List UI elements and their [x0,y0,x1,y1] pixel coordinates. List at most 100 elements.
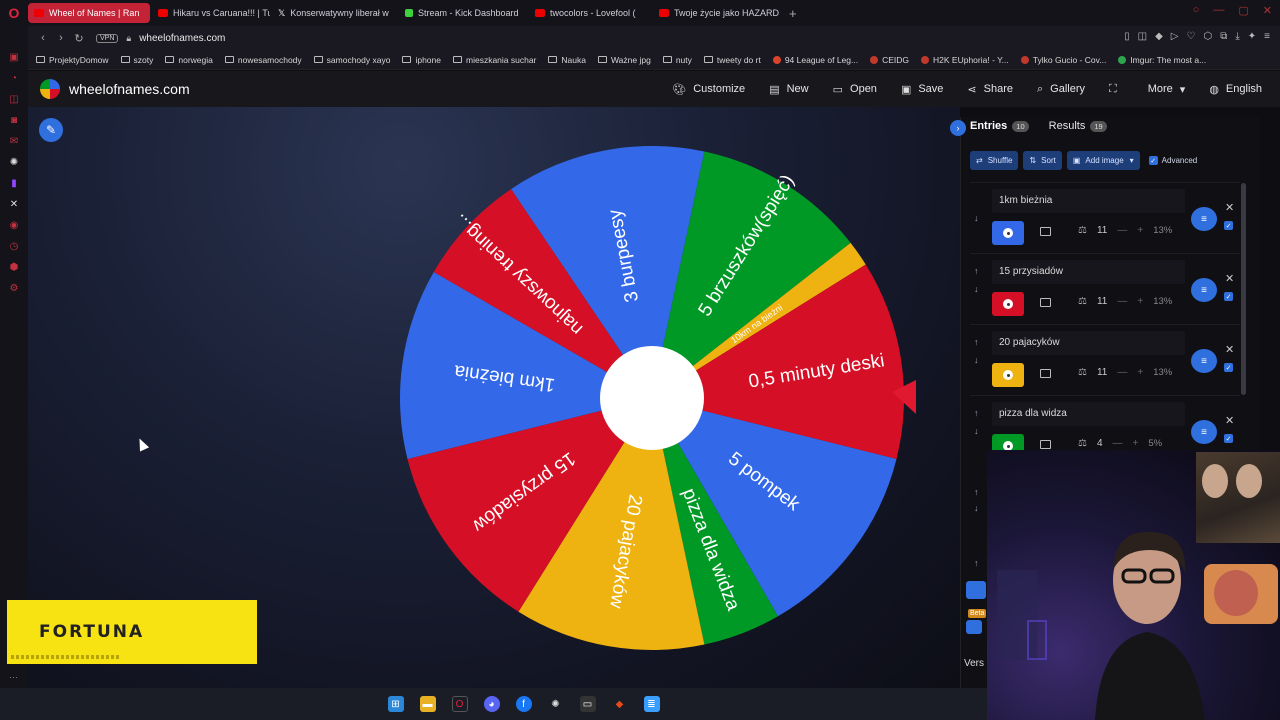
entry-enabled-checkbox[interactable]: ✓ [1224,434,1233,443]
bookmark-item[interactable]: CEIDG [870,55,909,65]
puzzle-icon[interactable]: ⧉ [1220,31,1227,42]
speed-dial-icon[interactable]: ▣ [8,52,20,64]
menu-gallery-button[interactable]: ⌕ Gallery [1025,71,1097,107]
move-arrows[interactable]: ↑ ↓ [974,404,984,440]
shuffle-button[interactable]: ⇄ Shuffle [970,151,1019,170]
move-arrows[interactable]: ↓ [974,191,984,227]
browser-tab[interactable]: 𝕏 Konserwatywny liberał w [272,3,397,23]
image-icon[interactable] [1040,440,1051,449]
wheel-logo-icon[interactable] [40,79,60,99]
delete-entry-button[interactable]: ✕ [1225,414,1234,427]
maximize-button[interactable]: ▢ [1238,4,1248,17]
bookmark-item[interactable]: Nauka [548,55,586,65]
image-icon[interactable] [1040,369,1051,378]
entry-options-button[interactable]: ≡ [1191,349,1217,373]
decrement-button[interactable]: — [1117,225,1127,236]
decrement-button[interactable]: — [1113,438,1123,449]
increment-button[interactable]: + [1137,225,1143,236]
search-icon[interactable]: ○ [1193,4,1200,17]
brave-icon[interactable]: ◆ [612,696,628,712]
twitch-icon[interactable]: ▮ [8,178,20,190]
bookmark-item[interactable]: nuty [662,55,692,65]
entry-name-field[interactable]: 20 pajacyków [992,331,1185,355]
wheel[interactable]: 3 burpeesy 5 brzuszków(spięć)10km na bież… [396,140,916,660]
menu-icon[interactable]: ≡ [1264,31,1270,42]
bookmark-item[interactable]: ProjektyDomow [36,55,109,65]
weight-value[interactable]: 11 [1097,296,1107,307]
bookmark-item[interactable]: Tylko Gucio - Cov... [1020,55,1106,65]
menu-more-button[interactable]: More ▾ [1136,71,1198,107]
bookmark-item[interactable]: norwegia [165,55,213,65]
entry-color-button[interactable] [992,363,1024,387]
opera-taskbar-icon[interactable]: O [451,696,468,712]
entry-options-button[interactable]: ≡ [1191,278,1217,302]
browser-tab[interactable]: Wheel of Names | Ran [28,3,150,23]
version-label[interactable]: Vers [964,658,984,669]
history-icon[interactable]: ◔ [8,73,20,85]
wheel-center[interactable] [600,346,704,450]
back-button[interactable]: ‹ [34,32,52,44]
bookmark-item[interactable]: Ważne jpg [597,55,651,65]
entries-scrollbar[interactable] [1241,183,1246,395]
chatgpt-icon[interactable]: ✺ [8,157,20,169]
decrement-button[interactable]: — [1117,296,1127,307]
image-icon[interactable] [1040,227,1051,236]
entry-enabled-checkbox[interactable]: ✓ [1224,363,1233,372]
entry-enabled-checkbox[interactable]: ✓ [1224,221,1233,230]
move-arrows[interactable]: ↑ ↓ [974,484,979,516]
new-tab-button[interactable]: + [789,6,797,21]
player-icon[interactable]: ◉ [8,220,20,232]
increment-button[interactable]: + [1137,367,1143,378]
bookmark-item[interactable]: mieszkania suchar [453,55,536,65]
more-options-icon[interactable]: ··· [9,672,18,682]
delete-entry-button[interactable]: ✕ [1225,201,1234,214]
entry-enabled-checkbox[interactable]: ✓ [1224,292,1233,301]
add-image-button[interactable]: ▣ Add image ▾ [1066,151,1140,170]
tab-results[interactable]: Results 19 [1049,120,1107,132]
bookmark-item[interactable]: 94 League of Leg... [772,55,858,65]
move-arrows[interactable]: ↑ ↓ [974,262,984,298]
menu-customize-button[interactable]: 🎨︎ Customize [660,71,757,107]
site-name[interactable]: wheelofnames.com [69,81,190,97]
extensions-icon[interactable]: ⬡ [1203,31,1212,42]
increment-button[interactable]: + [1133,438,1139,449]
play-icon[interactable]: ▷ [1171,31,1179,42]
advanced-toggle[interactable]: ✓ Advanced [1148,156,1197,165]
bookmark-item[interactable]: tweety do rt [703,55,761,65]
entry-color-button[interactable] [992,292,1024,316]
add-button-stub[interactable] [966,620,982,634]
shield-icon[interactable]: ◆ [1155,31,1163,42]
bookmark-item[interactable]: H2K EUphoria! - Y... [921,55,1009,65]
close-window-button[interactable]: ✕ [1263,4,1272,17]
menu-open-button[interactable]: ▭ Open [821,71,889,107]
entry-options-button[interactable]: ≡ [1191,207,1217,231]
bookmark-item[interactable]: samochody xayo [313,55,390,65]
bookmark-icon[interactable]: ▯ [1124,31,1130,42]
fortuna-ad[interactable]: FORTUNA [7,600,257,664]
reload-button[interactable]: ↻ [70,32,88,45]
decrement-button[interactable]: — [1117,367,1127,378]
x-icon[interactable]: ✕ [8,199,20,211]
sort-button[interactable]: ⇅ Sort [1023,151,1062,170]
notepad-icon[interactable]: ≣ [643,696,660,712]
opera-logo-icon[interactable]: O [0,0,28,26]
menu-save-button[interactable]: ▣ Save [889,71,955,107]
settings-icon[interactable]: ⚙ [8,283,20,295]
ai-icon[interactable]: ✦ [1248,31,1256,42]
windows-start-icon[interactable]: ⊞ [387,696,404,712]
increment-button[interactable]: + [1137,296,1143,307]
advanced-checkbox[interactable]: ✓ [1148,156,1158,165]
browser-tab[interactable]: Stream - Kick Dashboard [399,3,527,23]
messenger-icon[interactable]: ◙ [8,115,20,127]
menu-share-button[interactable]: ⋖ Share [955,71,1025,107]
menu-new-button[interactable]: ▤ New [757,71,820,107]
move-arrows[interactable]: ↑ [974,555,979,571]
bookmark-item[interactable]: Imgur: The most a... [1118,55,1206,65]
lock-icon[interactable]: 🔒︎ [126,33,131,44]
image-icon[interactable] [1040,298,1051,307]
forward-button[interactable]: › [52,32,70,44]
bag-icon[interactable]: ◫ [8,94,20,106]
bookmark-item[interactable]: szoty [120,55,153,65]
delete-entry-button[interactable]: ✕ [1225,272,1234,285]
browser-tab[interactable]: Hikaru vs Caruana!!! | Tur [152,3,270,23]
